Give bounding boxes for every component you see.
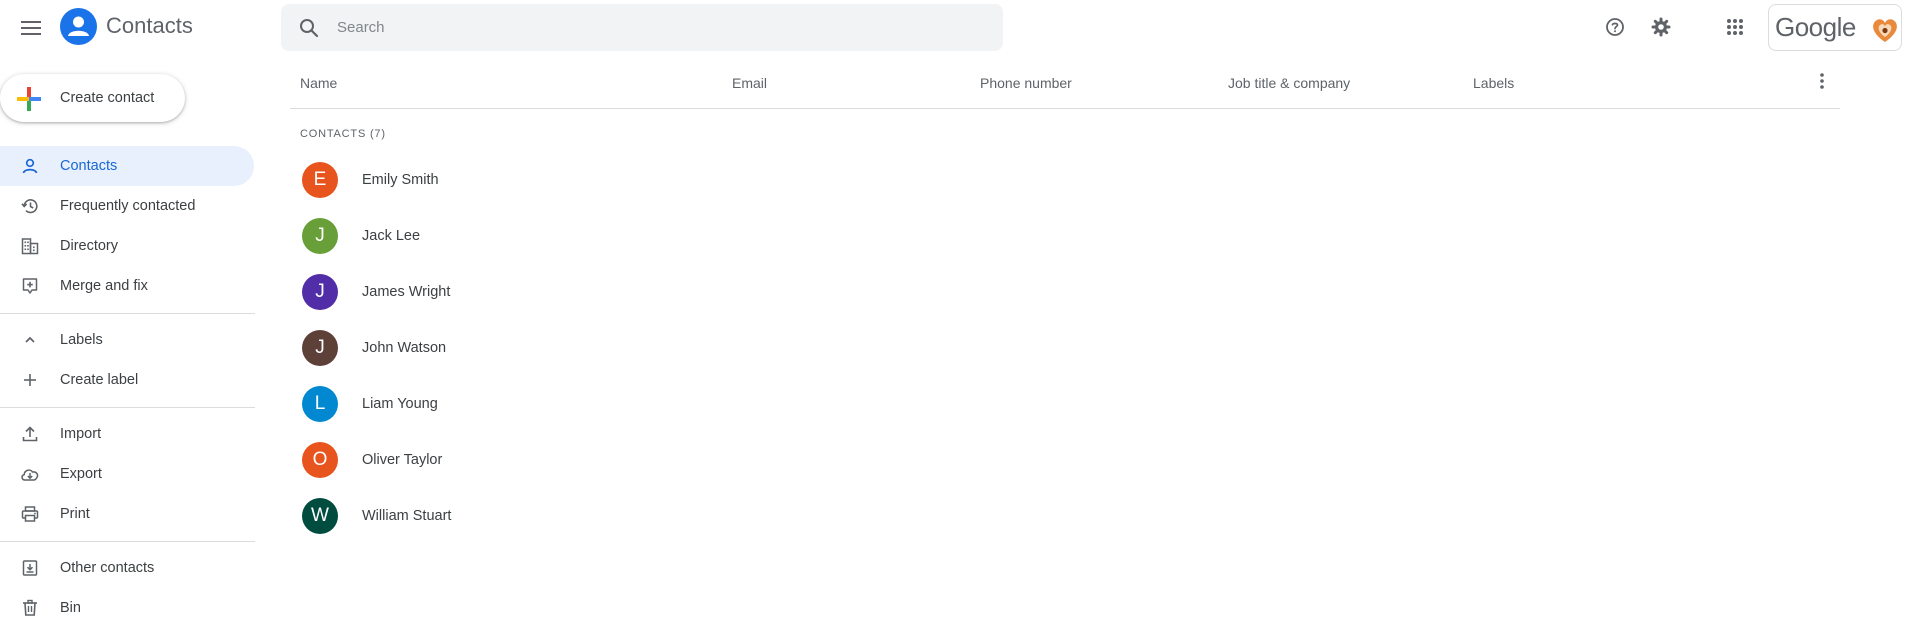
sidebar-item-label: Other contacts (60, 560, 155, 576)
app-header: Contacts Search Google (0, 0, 1905, 54)
sidebar-item-label: Directory (60, 238, 119, 254)
create-contact-label: Create contact (60, 90, 155, 106)
search-input[interactable] (337, 4, 1003, 51)
create-contact-button[interactable]: Create contact (0, 74, 185, 122)
sidebar-item-print[interactable]: Print (0, 494, 254, 534)
hamburger-menu-icon (21, 21, 41, 35)
plus-icon (20, 370, 40, 390)
contact-avatar[interactable]: J (302, 274, 338, 310)
building-icon (20, 236, 40, 256)
app-title[interactable]: Contacts (106, 13, 193, 39)
contact-name: John Watson (362, 340, 447, 356)
contact-row[interactable]: O Oliver Taylor (290, 432, 1840, 488)
sidebar-item-label: Export (60, 466, 102, 482)
person-icon (20, 156, 40, 176)
contact-avatar[interactable]: J (302, 330, 338, 366)
sidebar-item-label: Frequently contacted (60, 198, 196, 214)
sidebar-item-labels[interactable]: Labels (0, 320, 254, 360)
contact-avatar[interactable]: W (302, 498, 338, 534)
sidebar-item-label: Print (60, 506, 90, 522)
sidebar-item-label: Labels (60, 332, 103, 348)
contact-avatar[interactable]: E (302, 162, 338, 198)
contact-name: William Stuart (362, 508, 452, 524)
column-header-name[interactable]: Name (300, 75, 337, 91)
settings-button[interactable] (1645, 11, 1677, 43)
sidebar-item-import[interactable]: Import (0, 414, 254, 454)
contact-name: Oliver Taylor (362, 452, 443, 468)
sidebar-item-bin[interactable]: Bin (0, 588, 254, 628)
upload-icon (20, 424, 40, 444)
printer-icon (20, 504, 40, 524)
cloud-download-icon (20, 464, 40, 484)
more-vertical-icon (1820, 73, 1824, 89)
sidebar-item-merge-and-fix[interactable]: Merge and fix (0, 266, 254, 306)
help-button[interactable] (1599, 11, 1631, 43)
plus-multicolor-icon (17, 87, 41, 111)
sidebar-item-other-contacts[interactable]: Other contacts (0, 548, 254, 588)
contact-name: Emily Smith (362, 172, 439, 188)
sidebar-item-contacts[interactable]: Contacts (0, 146, 254, 186)
search-icon[interactable] (281, 4, 337, 51)
contact-name: Jack Lee (362, 228, 421, 244)
contact-name: Liam Young (362, 396, 438, 412)
apps-grid-icon (1727, 19, 1743, 35)
sidebar-item-label: Bin (60, 600, 81, 616)
contact-name: James Wright (362, 284, 451, 300)
more-options-button[interactable] (1811, 68, 1833, 94)
contact-row[interactable]: E Emily Smith (290, 152, 1840, 208)
header-divider (290, 108, 1840, 109)
heart-avatar-icon (1873, 19, 1897, 42)
contact-avatar[interactable]: J (302, 218, 338, 254)
account-button[interactable]: Google (1768, 4, 1902, 51)
sidebar-item-label: Create label (60, 372, 139, 388)
main-menu-button[interactable] (14, 11, 48, 45)
contact-avatar[interactable]: O (302, 442, 338, 478)
merge-icon (20, 276, 40, 296)
trash-icon (20, 598, 40, 618)
sidebar-divider (0, 313, 255, 314)
sidebar-item-label: Merge and fix (60, 278, 148, 294)
column-header-job-title[interactable]: Job title & company (1228, 75, 1350, 91)
search-bar[interactable] (281, 4, 1003, 51)
sidebar-divider (0, 541, 255, 542)
sidebar-divider (0, 407, 255, 408)
contact-row[interactable]: J Jack Lee (290, 208, 1840, 264)
person-circle-icon[interactable] (60, 8, 97, 45)
sidebar-item-label: Import (60, 426, 102, 442)
gear-icon (1651, 17, 1671, 37)
chevron-up-icon (20, 330, 40, 350)
archive-download-icon (20, 558, 40, 578)
column-header-phone[interactable]: Phone number (980, 75, 1072, 91)
sidebar-item-create-label[interactable]: Create label (0, 360, 254, 400)
sidebar-item-label: Contacts (60, 158, 118, 174)
google-logo: Google (1775, 12, 1856, 42)
contact-row[interactable]: J James Wright (290, 264, 1840, 320)
contact-row[interactable]: W William Stuart (290, 488, 1840, 544)
sidebar-item-frequently-contacted[interactable]: Frequently contacted (0, 186, 254, 226)
history-icon (20, 196, 40, 216)
contacts-section-title: CONTACTS (7) (300, 128, 386, 140)
contact-row[interactable]: J John Watson (290, 320, 1840, 376)
contact-row[interactable]: L Liam Young (290, 376, 1840, 432)
column-header-email[interactable]: Email (732, 75, 767, 91)
sidebar-item-directory[interactable]: Directory (0, 226, 254, 266)
sidebar-item-export[interactable]: Export (0, 454, 254, 494)
contact-avatar[interactable]: L (302, 386, 338, 422)
apps-button[interactable] (1719, 11, 1751, 43)
column-header-labels[interactable]: Labels (1473, 75, 1514, 91)
help-icon (1606, 18, 1624, 36)
